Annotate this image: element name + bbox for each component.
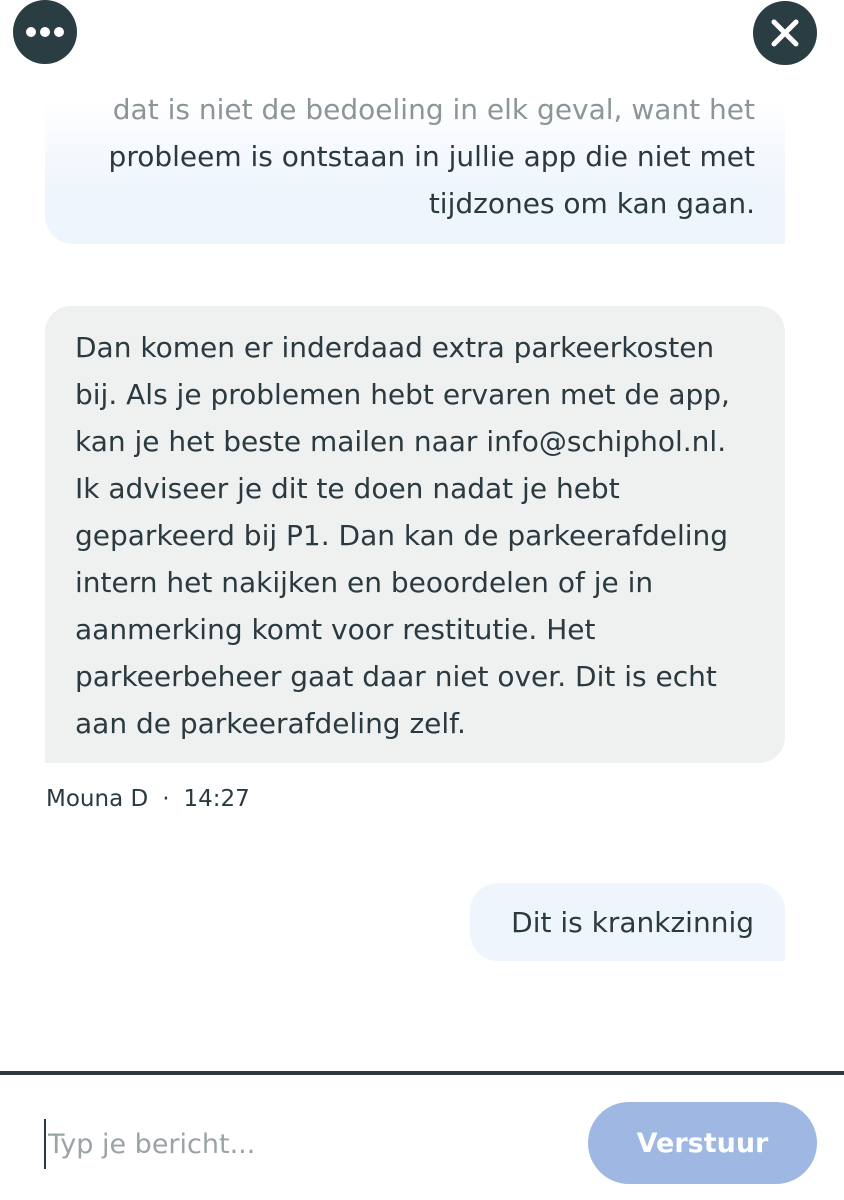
sender-name: Mouna D <box>46 786 149 812</box>
message-line: dat is niet de bedoeling in elk geval, w… <box>112 93 755 126</box>
message-meta: Mouna D · 14:27 <box>46 779 250 819</box>
message-input[interactable] <box>44 1119 568 1169</box>
message-line: Dan komen er inderdaad extra parkeerkost… <box>75 331 715 364</box>
message-line: probleem is ontstaan in jullie app die n… <box>108 140 755 173</box>
agent-message-bubble: Dan komen er inderdaad extra parkeerkost… <box>45 306 785 763</box>
meta-separator: · <box>162 786 170 812</box>
message-line: parkeerbeheer gaat daar niet over. Dit i… <box>75 660 717 693</box>
user-message-bubble: dat is niet de bedoeling in elk geval, w… <box>45 70 785 244</box>
message-line: bij. Als je problemen hebt ervaren met d… <box>75 378 730 411</box>
message-line: kan je het beste mailen naar info@schiph… <box>75 425 727 458</box>
message-line: tijdzones om kan gaan. <box>428 187 755 220</box>
close-icon <box>771 19 799 47</box>
more-options-button[interactable] <box>13 0 77 64</box>
message-line: aan de parkeerafdeling zelf. <box>75 707 466 740</box>
message-line: geparkeerd bij P1. Dan kan de parkeerafd… <box>75 519 729 552</box>
message-line: aanmerking komt voor restitutie. Het <box>75 613 596 646</box>
user-message-bubble: Dit is krankzinnig <box>470 883 785 961</box>
message-composer: Verstuur <box>0 1075 844 1200</box>
message-text: Dit is krankzinnig <box>511 906 754 939</box>
message-line: Ik adviseer je dit te doen nadat je hebt <box>75 472 620 505</box>
close-button[interactable] <box>753 1 817 65</box>
chat-window: dat is niet de bedoeling in elk geval, w… <box>0 0 844 1200</box>
message-time: 14:27 <box>183 786 250 812</box>
send-button[interactable]: Verstuur <box>588 1102 817 1184</box>
message-line: intern het nakijken en beoordelen of je … <box>75 566 654 599</box>
more-horizontal-icon <box>26 27 64 37</box>
